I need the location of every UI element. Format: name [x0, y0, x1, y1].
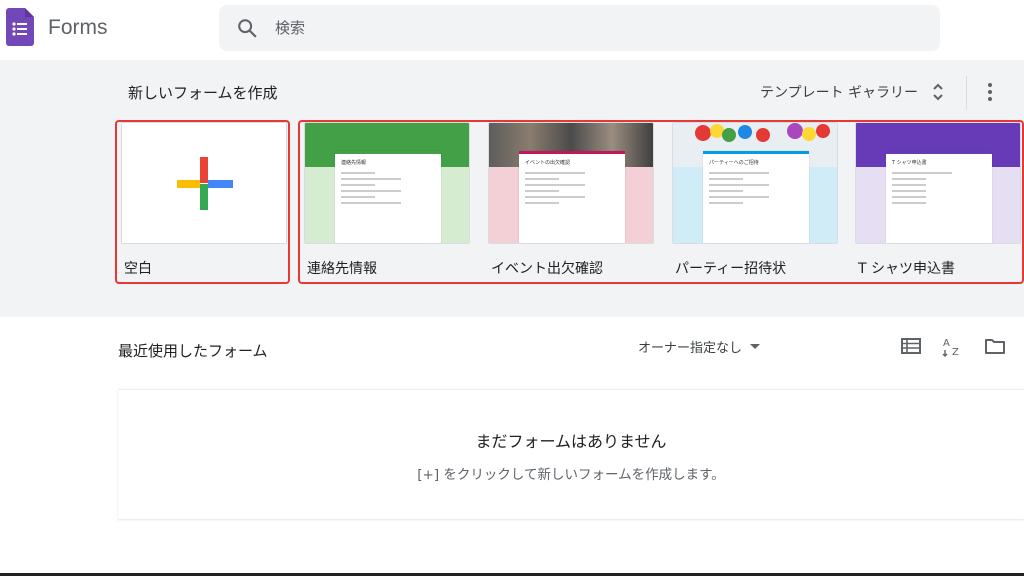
template-label: T シャツ申込書 — [858, 261, 956, 277]
sort-az-icon[interactable]: A Z — [941, 334, 965, 358]
empty-state-card: まだフォームはありません [+] をクリックして新しいフォームを作成します。 — [118, 389, 1024, 519]
empty-state-subtitle: [+] をクリックして新しいフォームを作成します。 — [417, 467, 725, 483]
template-gallery-section: 新しいフォームを作成 テンプレート ギャラリー 空白 連絡先情報 連絡先情報 イ… — [0, 60, 1024, 317]
template-thumbnail-contact: 連絡先情報 — [304, 122, 470, 244]
template-thumbnail-tshirt: T シャツ申込書 — [855, 122, 1021, 244]
svg-text:Z: Z — [952, 347, 959, 358]
template-thumbnail-event: イベントの出欠確認 — [488, 122, 654, 244]
forms-logo-icon[interactable] — [6, 8, 34, 46]
template-thumbnail-party: パーティーへのご招待 — [672, 122, 838, 244]
top-header: Forms — [0, 0, 1024, 60]
plus-icon — [177, 157, 233, 210]
more-options-icon[interactable] — [980, 80, 1000, 104]
thumb-title: パーティーへのご招待 — [709, 160, 759, 166]
thumb-title: T シャツ申込書 — [892, 160, 927, 166]
template-contact-info[interactable]: 連絡先情報 連絡先情報 — [304, 122, 470, 278]
gallery-heading: 新しいフォームを作成 — [128, 84, 278, 102]
template-label: パーティー招待状 — [675, 261, 787, 277]
search-input[interactable] — [275, 5, 915, 51]
owner-filter-dropdown[interactable]: オーナー指定なし — [638, 335, 761, 357]
folder-icon[interactable] — [983, 334, 1007, 358]
list-view-icon[interactable] — [899, 334, 923, 358]
thumb-title: イベントの出欠確認 — [525, 160, 571, 166]
recent-forms-heading: 最近使用したフォーム — [118, 342, 268, 360]
template-label: イベント出欠確認 — [491, 261, 603, 277]
template-party-invite[interactable]: パーティーへのご招待 パーティー招待状 — [672, 122, 838, 278]
search-icon[interactable] — [236, 17, 258, 39]
owner-filter-label: オーナー指定なし — [638, 340, 743, 356]
app-title[interactable]: Forms — [48, 16, 108, 40]
template-gallery-label: テンプレート ギャラリー — [760, 85, 919, 101]
template-blank[interactable]: 空白 — [121, 122, 287, 278]
template-event-rsvp[interactable]: イベントの出欠確認 イベント出欠確認 — [488, 122, 654, 278]
empty-state-title: まだフォームはありません — [475, 432, 667, 451]
template-tshirt-signup[interactable]: T シャツ申込書 T シャツ申込書 — [855, 122, 1021, 278]
thumb-title: 連絡先情報 — [341, 160, 367, 166]
toolbar-divider — [966, 76, 967, 110]
template-label: 空白 — [124, 261, 152, 277]
template-label: 連絡先情報 — [307, 261, 377, 277]
template-gallery-toggle[interactable]: テンプレート ギャラリー — [760, 80, 944, 104]
svg-text:A: A — [943, 338, 950, 349]
unfold-more-icon — [933, 83, 943, 101]
dropdown-arrow-icon — [750, 343, 761, 349]
template-thumbnail-blank — [121, 122, 287, 244]
search-bar[interactable] — [219, 5, 940, 51]
